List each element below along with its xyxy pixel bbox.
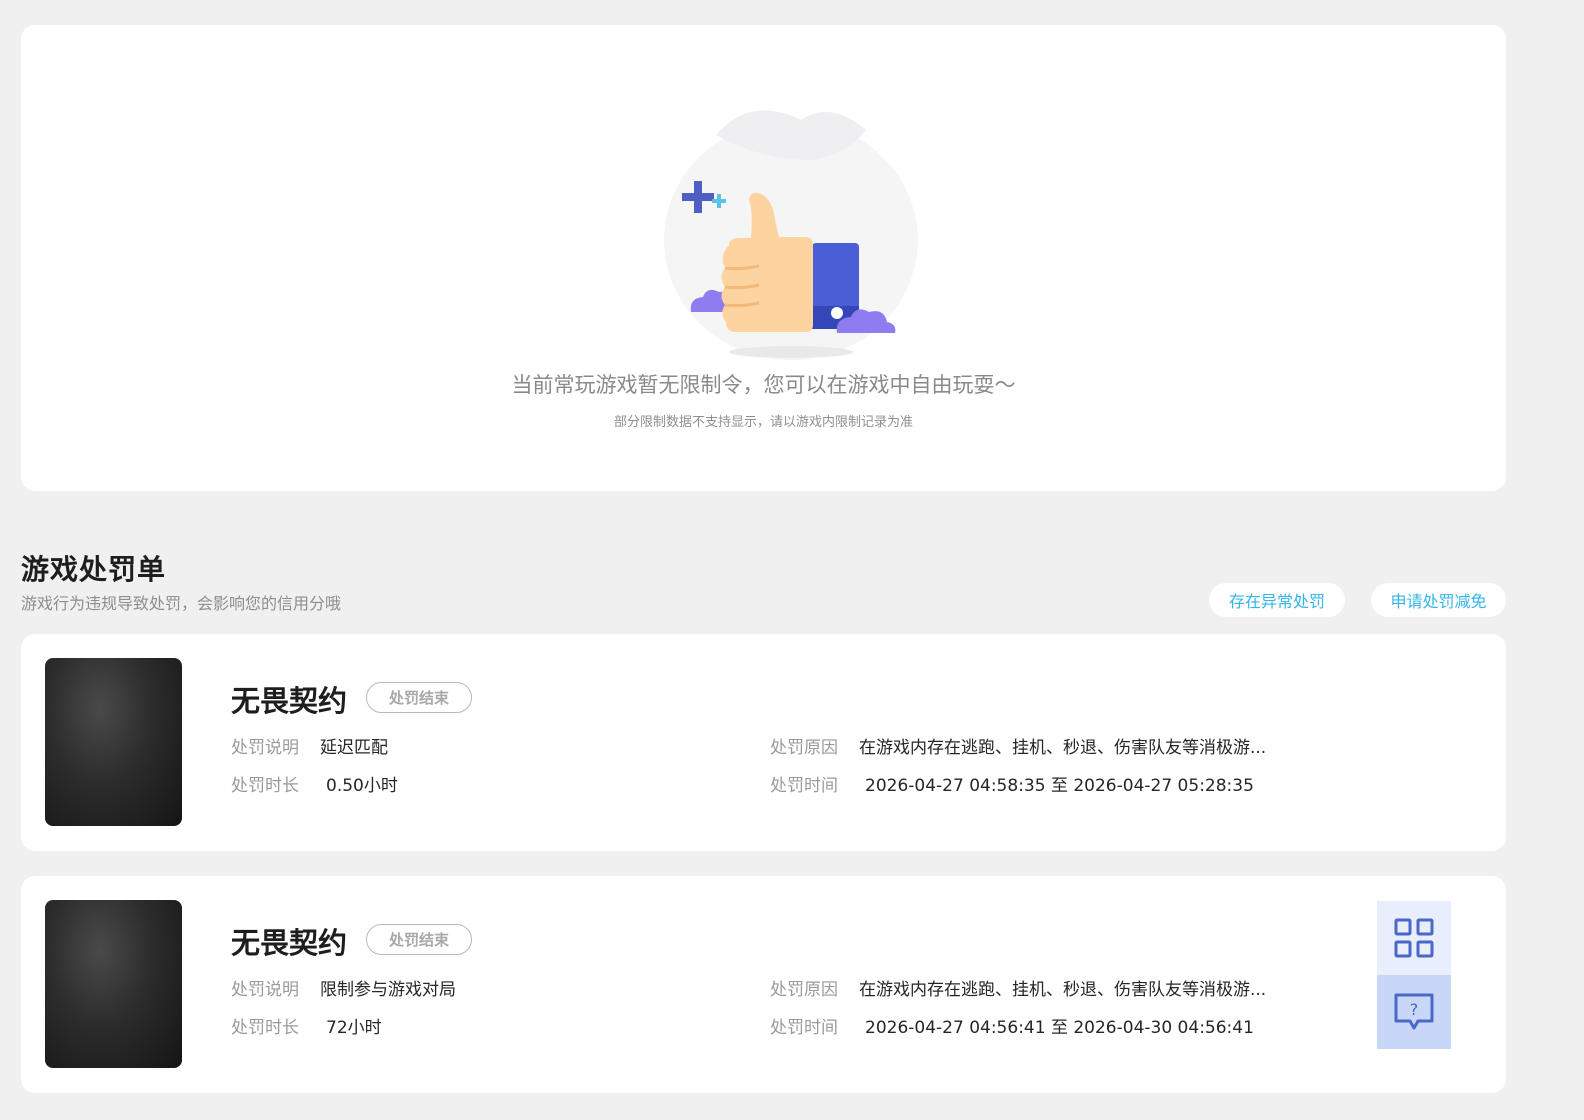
penalty-desc-label: 处罚说明 — [231, 980, 299, 1000]
section-title: 游戏处罚单 — [21, 553, 167, 586]
penalty-record-card: 无畏契约 处罚结束 处罚说明 延迟匹配 处罚时长 0.50小时 处罚原因 在游戏… — [21, 634, 1506, 851]
penalty-duration-label: 处罚时长 — [231, 776, 299, 796]
penalty-desc-value: 延迟匹配 — [320, 738, 388, 758]
penalty-time-label: 处罚时间 — [770, 776, 838, 796]
penalty-reason-label: 处罚原因 — [770, 738, 838, 758]
help-chat-icon: ? — [1394, 993, 1434, 1030]
game-name: 无畏契约 — [231, 926, 348, 960]
game-cover-image — [45, 900, 182, 1068]
status-badge: 处罚结束 — [366, 682, 472, 713]
status-badge: 处罚结束 — [366, 924, 472, 955]
empty-state-message: 当前常玩游戏暂无限制令，您可以在游戏中自由玩耍～ — [511, 373, 1016, 397]
help-button[interactable]: ? — [1377, 975, 1451, 1049]
penalty-record-card: 无畏契约 处罚结束 处罚说明 限制参与游戏对局 处罚时长 72小时 处罚原因 在… — [21, 876, 1506, 1093]
thumbs-up-illustration — [664, 110, 918, 360]
abnormal-penalty-button[interactable]: 存在异常处罚 — [1209, 583, 1345, 617]
section-description: 游戏行为违规导致处罚，会影响您的信用分哦 — [21, 594, 342, 613]
game-name: 无畏契约 — [231, 684, 348, 718]
penalty-time-value: 2026-04-27 04:56:41 至 2026-04-30 04:56:4… — [865, 1018, 1254, 1038]
penalty-time-label: 处罚时间 — [770, 1018, 838, 1038]
penalty-desc-value: 限制参与游戏对局 — [320, 980, 456, 1000]
penalty-duration-value: 0.50小时 — [326, 776, 398, 796]
empty-state-note: 部分限制数据不支持显示，请以游戏内限制记录为准 — [613, 415, 913, 430]
qr-code-button[interactable] — [1377, 901, 1451, 975]
floating-side-widget: ? — [1377, 901, 1451, 1049]
penalty-relief-button[interactable]: 申请处罚减免 — [1371, 583, 1506, 617]
penalty-duration-value: 72小时 — [326, 1018, 382, 1038]
restriction-card: 当前常玩游戏暂无限制令，您可以在游戏中自由玩耍～ 部分限制数据不支持显示，请以游… — [21, 25, 1506, 491]
penalty-time-value: 2026-04-27 04:58:35 至 2026-04-27 05:28:3… — [865, 776, 1254, 796]
game-cover-image — [45, 658, 182, 826]
penalty-reason-value: 在游戏内存在逃跑、挂机、秒退、伤害队友等消极游... — [859, 980, 1267, 1000]
penalty-reason-value: 在游戏内存在逃跑、挂机、秒退、伤害队友等消极游... — [859, 738, 1267, 758]
qr-code-icon — [1394, 918, 1434, 958]
penalty-desc-label: 处罚说明 — [231, 738, 299, 758]
penalty-duration-label: 处罚时长 — [231, 1018, 299, 1038]
svg-text:?: ? — [1410, 1000, 1419, 1019]
penalty-reason-label: 处罚原因 — [770, 980, 838, 1000]
